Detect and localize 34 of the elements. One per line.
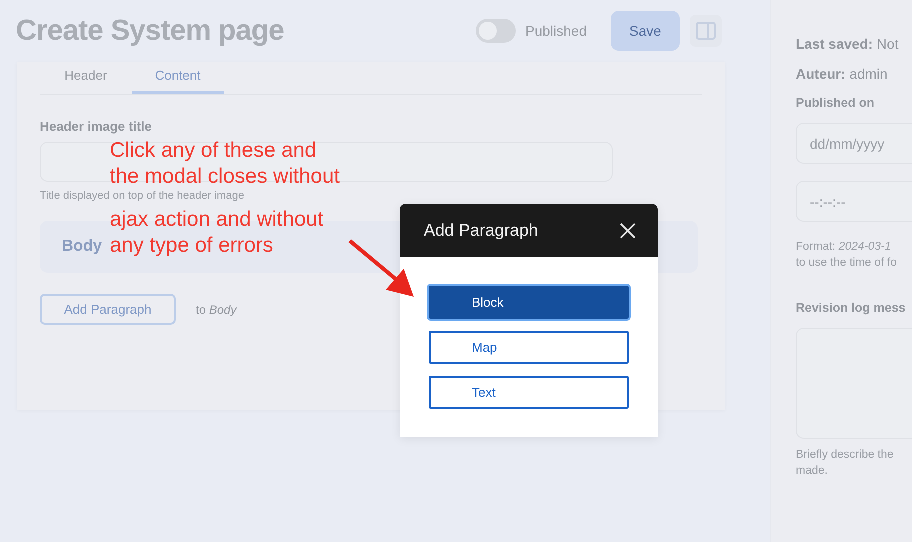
last-saved-text: Last saved: Not	[796, 36, 900, 52]
time-field[interactable]: --:--:--	[796, 181, 912, 222]
published-toggle[interactable]	[476, 19, 516, 43]
tab[interactable]: Content	[132, 62, 224, 94]
annotation-text: Click any of these and	[110, 139, 317, 163]
author-text: Auteur: admin	[796, 66, 889, 82]
date-field[interactable]: dd/mm/yyyy	[796, 123, 912, 164]
published-label: Published	[526, 23, 587, 39]
add-paragraph-button[interactable]: Add Paragraph	[40, 294, 176, 325]
field-help-text: Format: 2024-03-1	[796, 240, 892, 255]
field-help-text: Briefly describe the	[796, 448, 895, 463]
close-icon	[620, 222, 636, 238]
annotation-text: the modal closes without	[110, 165, 340, 189]
modal-title: Add Paragraph	[424, 220, 538, 240]
save-button[interactable]: Save	[611, 11, 680, 51]
paragraph-type-option[interactable]: Text	[429, 376, 629, 409]
paragraph-type-option[interactable]: Block	[429, 286, 629, 319]
section-title: Body	[62, 238, 102, 256]
page-title: Create System page	[16, 14, 284, 48]
field-help-text: to use the time of fo	[796, 256, 898, 271]
close-button[interactable]	[620, 222, 636, 238]
sidebar-icon	[696, 22, 716, 40]
tab[interactable]: Header	[40, 62, 132, 94]
annotation-text: any type of errors	[110, 234, 274, 258]
paragraph-type-option[interactable]: Map	[429, 331, 629, 364]
field-label: Revision log mess	[796, 301, 907, 315]
field-help-text: Title displayed on top of the header image	[40, 190, 246, 203]
field-label: Published on	[796, 96, 876, 110]
sidebar-toggle-button[interactable]	[690, 15, 722, 47]
target-text: to Body	[196, 302, 237, 316]
annotation-arrow	[348, 239, 414, 297]
annotation-text: ajax action and without	[110, 208, 324, 232]
field-label: Header image title	[40, 119, 153, 134]
field-help-text: made.	[796, 464, 829, 479]
